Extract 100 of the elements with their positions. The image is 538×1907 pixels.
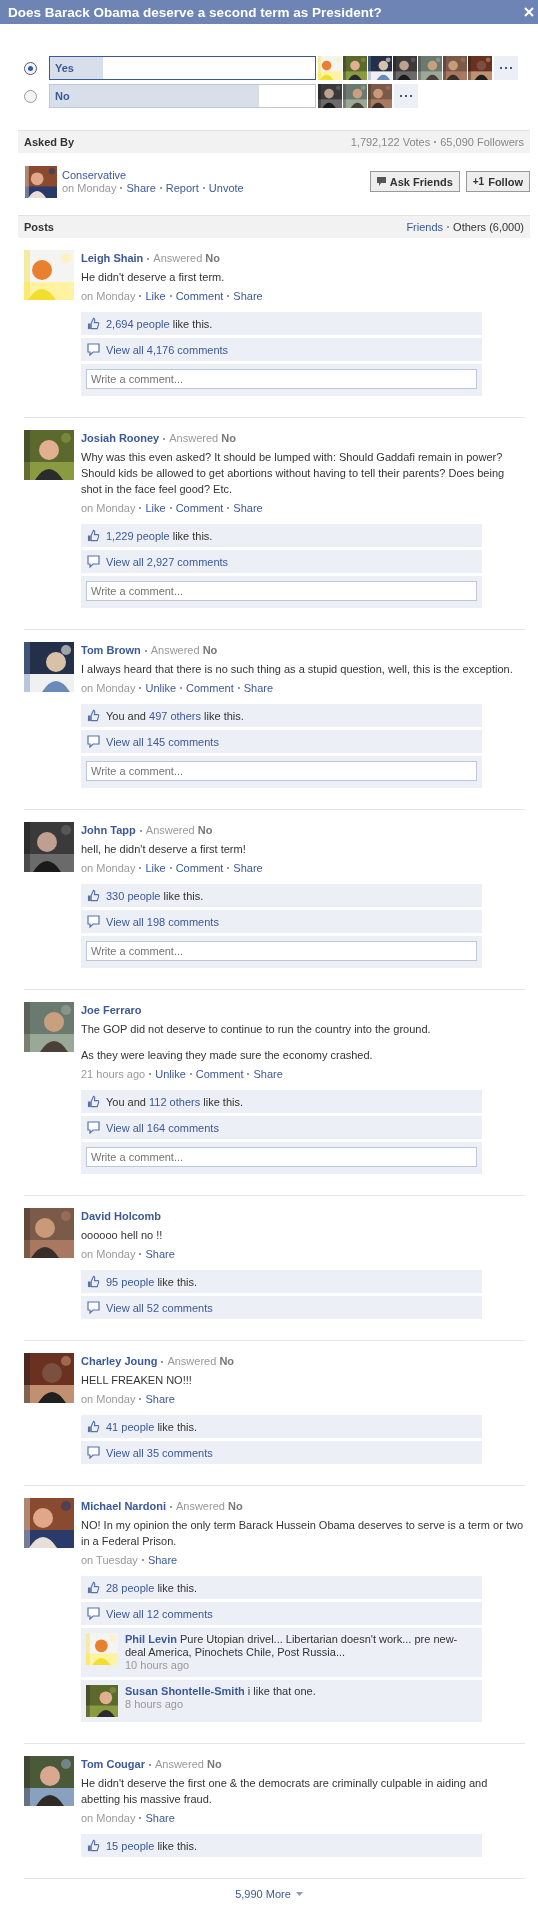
people-link[interactable]: 15 people bbox=[106, 1839, 155, 1852]
follow-button[interactable]: +1 Follow bbox=[465, 171, 530, 192]
action-link[interactable]: Like bbox=[145, 288, 166, 304]
poll-option-bar[interactable]: Yes bbox=[49, 56, 316, 80]
ellipsis-icon bbox=[500, 66, 512, 70]
action-link[interactable]: Share bbox=[145, 1391, 175, 1407]
timestamp: on Monday bbox=[81, 1392, 136, 1407]
people-link[interactable]: 330 people bbox=[106, 889, 161, 902]
answer-text: Answered No bbox=[150, 644, 218, 656]
comment-field[interactable]: Write a comment... bbox=[86, 941, 477, 961]
timestamp: 10 hours ago bbox=[125, 1659, 191, 1672]
comment-field[interactable]: Write a comment... bbox=[86, 581, 477, 601]
action-link[interactable]: Like bbox=[145, 860, 166, 876]
view-comments-link[interactable]: View all 52 comments bbox=[106, 1299, 213, 1316]
post-text: He didn't deserve a first term. bbox=[81, 270, 226, 285]
timestamp: on Monday bbox=[81, 501, 136, 516]
section-heading: Asked By bbox=[24, 136, 75, 148]
thumbs-up-icon bbox=[87, 889, 100, 902]
timestamp: on Monday bbox=[81, 681, 136, 696]
answer-text: Answered No bbox=[167, 1355, 235, 1367]
people-link[interactable]: 28 people bbox=[106, 1581, 155, 1594]
answer-text: Answered No bbox=[154, 1758, 222, 1770]
ellipsis-icon bbox=[400, 94, 412, 98]
comment-text: Phil Levin Pure Utopian drivel... Libertarian doesn't work... pre new-deal America, Pinochets Chile, Post Russia... bbox=[125, 1633, 459, 1659]
people-link[interactable]: 497 others bbox=[149, 709, 201, 722]
comment-field[interactable]: Write a comment... bbox=[86, 761, 477, 781]
action-link[interactable]: Comment bbox=[186, 680, 234, 696]
action-link[interactable]: Unlike bbox=[155, 1066, 186, 1082]
action-link[interactable]: Share bbox=[243, 680, 274, 696]
more-posts-link[interactable]: 5,990 More bbox=[235, 1888, 303, 1900]
action-link[interactable]: Report bbox=[165, 181, 199, 195]
action-link[interactable]: Comment bbox=[175, 288, 224, 304]
stat-text: 1,792,122 Votes bbox=[350, 136, 431, 148]
likes-text: You and 112 others like this. bbox=[106, 1094, 243, 1110]
timestamp: on Monday bbox=[81, 1811, 136, 1826]
more-voters-button[interactable] bbox=[394, 84, 418, 108]
radio-button[interactable] bbox=[24, 61, 37, 75]
author-name[interactable]: John Tapp bbox=[81, 824, 136, 836]
author-name[interactable]: Tom Cougar bbox=[81, 1758, 145, 1770]
likes-text: 330 people like this. bbox=[106, 888, 204, 904]
commenter-name[interactable]: Susan Shontelle-Smith bbox=[125, 1685, 245, 1697]
comment-bubble-icon bbox=[87, 1121, 100, 1134]
action-link[interactable]: Share bbox=[253, 1066, 283, 1082]
action-link[interactable]: Comment bbox=[175, 500, 224, 516]
post-text: hell, he didn't deserve a first term! bbox=[81, 842, 247, 857]
close-icon[interactable] bbox=[524, 7, 534, 17]
action-link[interactable]: Comment bbox=[175, 860, 224, 876]
comment-bubble-icon bbox=[87, 343, 100, 356]
author-name[interactable]: Joe Ferraro bbox=[81, 1004, 142, 1016]
likes-text: 41 people like this. bbox=[106, 1419, 198, 1435]
action-link[interactable]: Share bbox=[147, 1552, 178, 1568]
likes-text: 15 people like this. bbox=[106, 1838, 198, 1854]
poll-option-bar[interactable]: No bbox=[49, 84, 316, 108]
answer-text: Answered No bbox=[145, 824, 213, 836]
action-link[interactable]: Share bbox=[233, 288, 263, 304]
asker-name[interactable]: Conservative bbox=[62, 168, 370, 182]
comment-bubble-icon bbox=[87, 1446, 100, 1459]
action-link[interactable]: Share bbox=[233, 860, 263, 876]
action-link[interactable]: Share bbox=[145, 1810, 175, 1826]
answer-text: Answered No bbox=[169, 432, 236, 444]
author-name[interactable]: Josiah Rooney bbox=[81, 432, 160, 444]
thumbs-up-icon bbox=[87, 529, 100, 542]
more-voters-button[interactable] bbox=[494, 56, 518, 80]
action-link[interactable]: Share bbox=[126, 181, 156, 195]
people-link[interactable]: 95 people bbox=[106, 1275, 155, 1288]
author-name[interactable]: Tom Brown bbox=[81, 644, 141, 656]
people-link[interactable]: 112 others bbox=[149, 1095, 201, 1108]
window-title: Does Barack Obama deserve a second term as President? bbox=[8, 4, 382, 20]
post-text: NO! In my opinion the only term Barack Hussein Obama deserves to serve is a term or two in a Federal Prison. bbox=[81, 1518, 524, 1549]
people-link[interactable]: 2,694 people bbox=[106, 317, 170, 330]
timestamp: on Monday bbox=[81, 861, 136, 876]
action-link[interactable]: Unlike bbox=[145, 680, 176, 696]
post-text: He didn't deserve the first one & the democrats are criminally culpable in aiding and abetting his massive fraud. bbox=[81, 1776, 489, 1807]
author-name[interactable]: Michael Nardoni bbox=[81, 1500, 166, 1512]
timestamp: 21 hours ago bbox=[81, 1067, 146, 1082]
comment-field[interactable]: Write a comment... bbox=[86, 1147, 477, 1167]
action-link[interactable]: Share bbox=[145, 1246, 175, 1262]
view-comments-link[interactable]: View all 35 comments bbox=[106, 1444, 213, 1461]
filter-tab[interactable]: Friends bbox=[406, 221, 444, 233]
view-comments-link[interactable]: View all 12 comments bbox=[106, 1605, 213, 1622]
radio-button[interactable] bbox=[24, 89, 37, 103]
author-name[interactable]: Charley Joung bbox=[81, 1355, 158, 1367]
likes-text: 1,229 people like this. bbox=[106, 528, 213, 544]
ask-friends-button[interactable]: Ask Friends bbox=[369, 171, 460, 192]
post-text: HELL FREAKEN NO!!! bbox=[81, 1373, 193, 1388]
filter-tab[interactable]: Others (6,000) bbox=[453, 221, 524, 233]
thumbs-up-icon bbox=[87, 1581, 100, 1594]
author-name[interactable]: David Holcomb bbox=[81, 1210, 162, 1222]
action-link[interactable]: Unvote bbox=[208, 181, 244, 195]
comment-field[interactable]: Write a comment... bbox=[86, 369, 477, 389]
action-link[interactable]: Comment bbox=[195, 1066, 244, 1082]
people-link[interactable]: 41 people bbox=[106, 1420, 155, 1433]
commenter-name[interactable]: Phil Levin bbox=[125, 1633, 177, 1645]
author-name[interactable]: Leigh Shain bbox=[81, 252, 144, 264]
speech-bubble-icon bbox=[376, 177, 386, 186]
comment-bubble-icon bbox=[87, 915, 100, 928]
post-text: oooooo hell no !! bbox=[81, 1228, 164, 1243]
people-link[interactable]: 1,229 people bbox=[106, 529, 170, 542]
action-link[interactable]: Share bbox=[233, 500, 263, 516]
action-link[interactable]: Like bbox=[145, 500, 166, 516]
